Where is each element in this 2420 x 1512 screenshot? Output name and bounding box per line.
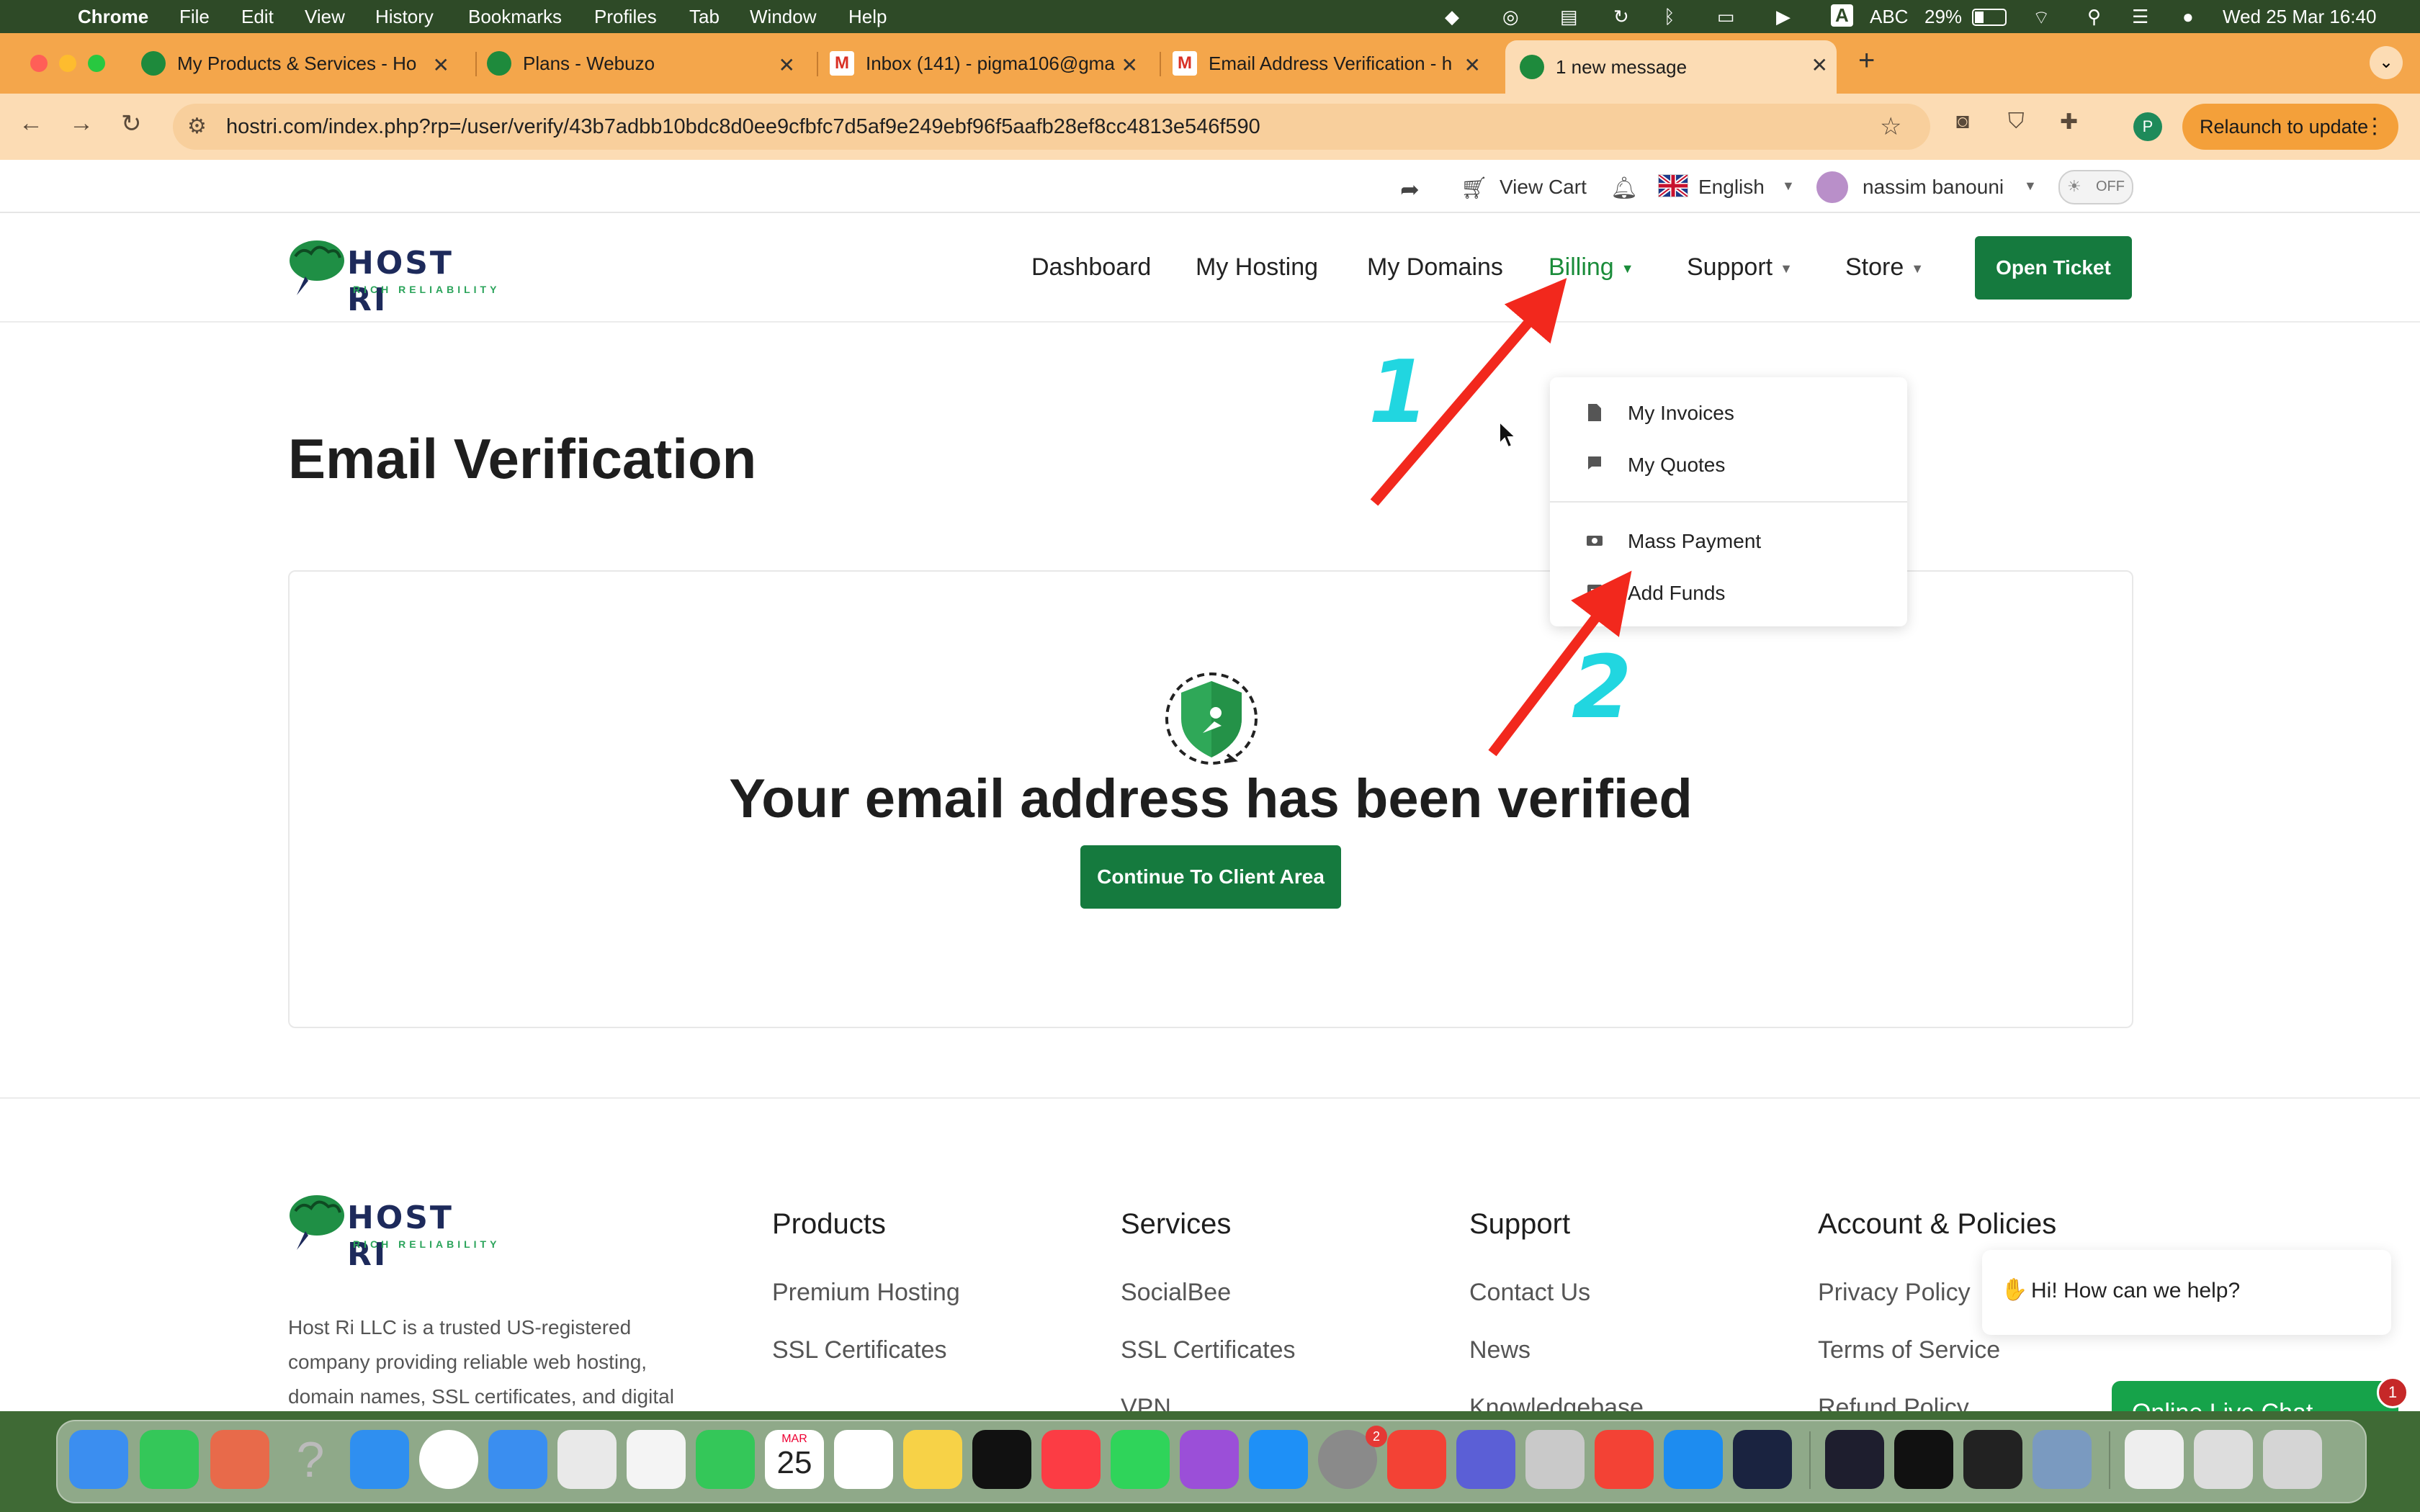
calendar-icon[interactable]: MAR 25 xyxy=(765,1430,824,1489)
app-store-icon[interactable] xyxy=(1249,1430,1308,1489)
arc-app-icon[interactable] xyxy=(1733,1430,1792,1489)
menu-tab[interactable]: Tab xyxy=(689,6,720,28)
siri-icon[interactable]: ● xyxy=(2182,6,2194,28)
anydesk-icon[interactable] xyxy=(1387,1430,1446,1489)
facetime-icon[interactable] xyxy=(696,1430,755,1489)
menu-profiles[interactable]: Profiles xyxy=(594,6,657,28)
status-extension-icon[interactable]: ◆ xyxy=(1445,6,1459,28)
document-stack-icon[interactable] xyxy=(2125,1430,2184,1489)
music-icon[interactable] xyxy=(1041,1430,1101,1489)
bluetooth-icon[interactable]: ᛒ xyxy=(1664,6,1675,28)
input-source-icon[interactable]: A xyxy=(1831,4,1853,27)
apple-tv-icon[interactable] xyxy=(972,1430,1031,1489)
wifi-icon[interactable]: ⌔ xyxy=(2033,6,2050,30)
terminal-icon[interactable] xyxy=(1894,1430,1953,1489)
dock-divider xyxy=(1809,1431,1811,1489)
status-sync-icon[interactable]: ◎ xyxy=(1502,6,1519,28)
annotation-overlay xyxy=(1370,278,1632,757)
iphone-mirroring-icon[interactable] xyxy=(1525,1430,1585,1489)
mouse-cursor-icon xyxy=(1499,420,1517,449)
annotation-number-2: 2 xyxy=(1572,638,1632,738)
safari-icon[interactable] xyxy=(350,1430,409,1489)
screen-mirror-icon[interactable]: ▭ xyxy=(1717,6,1735,28)
chrome-icon[interactable] xyxy=(419,1430,478,1489)
menu-history[interactable]: History xyxy=(375,6,434,28)
podcasts-icon[interactable] xyxy=(1180,1430,1239,1489)
settings-badge: 2 xyxy=(1366,1426,1387,1447)
sync-app-icon[interactable] xyxy=(1664,1430,1723,1489)
notes-icon[interactable] xyxy=(903,1430,962,1489)
finder-icon[interactable] xyxy=(69,1430,128,1489)
menu-app-name[interactable]: Chrome xyxy=(78,6,148,28)
macos-dock: ? MAR 25 2 xyxy=(56,1420,2367,1503)
preview-icon[interactable] xyxy=(2033,1430,2092,1489)
screenshot-stack-icon[interactable] xyxy=(2194,1430,2253,1489)
play-icon[interactable]: ▶ xyxy=(1776,6,1791,28)
calendar-month: MAR xyxy=(781,1433,807,1445)
control-center-icon[interactable]: ☰ xyxy=(2132,6,2148,28)
status-database-icon[interactable]: ▤ xyxy=(1560,6,1578,28)
status-refresh-icon[interactable]: ↻ xyxy=(1613,6,1629,28)
maps-icon[interactable] xyxy=(557,1430,617,1489)
spotlight-icon[interactable]: ⚲ xyxy=(2087,6,2101,28)
calendar-day: 25 xyxy=(776,1445,812,1480)
screen-capture-icon[interactable] xyxy=(1456,1430,1515,1489)
input-source-label: ABC xyxy=(1870,6,1909,27)
trash-icon[interactable] xyxy=(2263,1430,2322,1489)
photos-icon[interactable] xyxy=(627,1430,686,1489)
chrome-window: My Products & Services - Ho ✕ Plans - We… xyxy=(0,33,2420,1411)
menu-help[interactable]: Help xyxy=(848,6,887,28)
menu-view[interactable]: View xyxy=(305,6,345,28)
menu-edit[interactable]: Edit xyxy=(241,6,274,28)
battery-percent: 29% xyxy=(1924,6,1963,27)
mail-icon[interactable] xyxy=(488,1430,547,1489)
annotation-number-1: 1 xyxy=(1368,343,1429,443)
battery-icon[interactable] xyxy=(1972,9,2007,26)
launchpad-icon[interactable] xyxy=(210,1430,269,1489)
menu-file[interactable]: File xyxy=(179,6,210,28)
macos-menubar: Chrome File Edit View History Bookmarks … xyxy=(0,0,2420,33)
heart-app-icon[interactable] xyxy=(1825,1430,1884,1489)
anydesk-2-icon[interactable] xyxy=(1595,1430,1654,1489)
hex-app-icon[interactable] xyxy=(1963,1430,2022,1489)
menu-window[interactable]: Window xyxy=(750,6,816,28)
messages-icon[interactable] xyxy=(140,1430,199,1489)
menu-bookmarks[interactable]: Bookmarks xyxy=(468,6,562,28)
reminders-icon[interactable] xyxy=(834,1430,893,1489)
dock-divider xyxy=(2109,1431,2110,1489)
game-app-icon[interactable] xyxy=(1111,1430,1170,1489)
menubar-clock[interactable]: Wed 25 Mar 16:40 xyxy=(2223,6,2376,28)
help-question-icon[interactable]: ? xyxy=(281,1430,340,1489)
